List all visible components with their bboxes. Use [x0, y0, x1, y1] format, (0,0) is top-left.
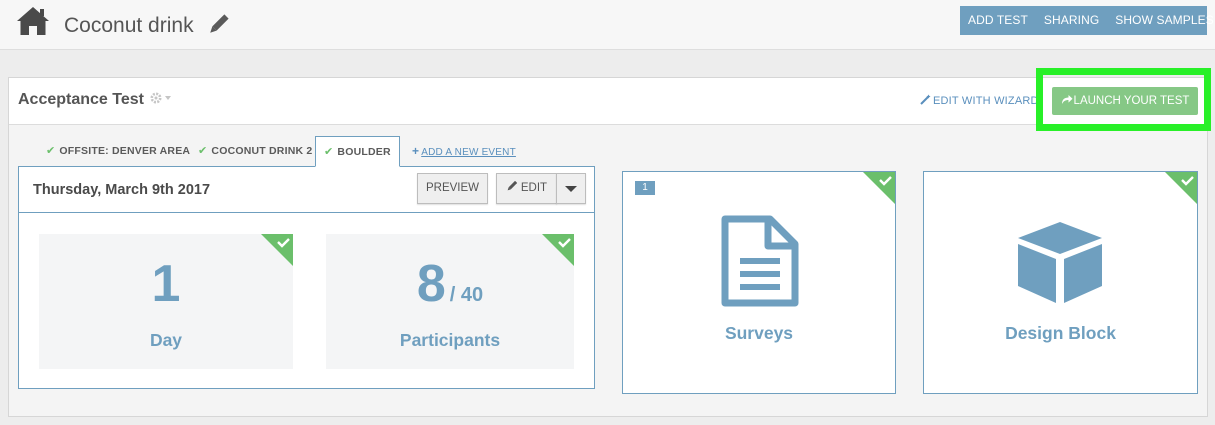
edit-dropdown-toggle[interactable] — [556, 173, 586, 204]
participants-stat: 8/ 40 Participants — [326, 234, 574, 369]
caret-down-icon — [565, 186, 577, 192]
launch-test-label: LAUNCH YOUR TEST — [1073, 95, 1190, 107]
survey-count-badge: 1 — [635, 181, 655, 195]
design-block-label: Design Block — [1005, 323, 1116, 343]
days-value: 1 — [151, 255, 181, 313]
add-test-button[interactable]: ADD TEST — [960, 6, 1036, 35]
gear-icon[interactable] — [150, 91, 174, 105]
check-icon: ✔ — [198, 145, 208, 157]
event-card: Thursday, March 9th 2017 PREVIEW EDIT 1 … — [18, 166, 595, 389]
tab-boulder[interactable]: ✔ BOULDER — [315, 136, 400, 167]
edit-button[interactable]: EDIT — [496, 173, 557, 204]
launch-test-button[interactable]: LAUNCH YOUR TEST — [1052, 87, 1198, 115]
page-title: Coconut drink — [64, 14, 194, 37]
participants-label: Participants — [399, 330, 501, 350]
header-actions: ADD TEST SHARING SHOW SAMPLES — [960, 6, 1214, 35]
document-icon — [721, 215, 799, 307]
cube-icon — [1018, 222, 1102, 303]
share-arrow-icon — [1061, 95, 1073, 104]
participants-value-group: 8/ 40 — [326, 254, 574, 314]
wand-icon — [920, 94, 931, 105]
tab-label: COCONUT DRINK 2 — [211, 145, 313, 157]
show-samples-button[interactable]: SHOW SAMPLES — [1107, 6, 1215, 35]
event-header-divider — [19, 212, 594, 213]
top-bar: Coconut drink ADD TEST SHARING SHOW SAMP… — [0, 0, 1215, 50]
days-stat: 1 Day — [39, 234, 293, 369]
tab-coconut-drink-2[interactable]: ✔ COCONUT DRINK 2 — [198, 136, 312, 166]
test-panel-header: Acceptance Test EDIT WITH WIZARD — [9, 78, 1207, 125]
plus-icon: + — [412, 144, 420, 158]
surveys-label: Surveys — [724, 323, 794, 343]
tab-offsite-denver[interactable]: ✔ OFFSITE: DENVER AREA — [46, 136, 190, 166]
check-corner-icon — [863, 172, 895, 204]
home-icon[interactable] — [16, 6, 50, 36]
days-label: Day — [149, 330, 183, 350]
pencil-icon — [507, 180, 518, 191]
tab-label: BOULDER — [337, 146, 391, 158]
check-icon: ✔ — [46, 145, 56, 157]
check-corner-icon — [1165, 172, 1197, 204]
participants-value: 8 — [416, 255, 446, 313]
tab-label: OFFSITE: DENVER AREA — [59, 145, 191, 157]
edit-label: EDIT — [520, 182, 548, 194]
test-title: Acceptance Test — [18, 91, 144, 108]
participants-total: / 40 — [449, 284, 484, 306]
surveys-card[interactable]: 1 Surveys — [622, 171, 896, 394]
sharing-button[interactable]: SHARING — [1036, 6, 1107, 35]
add-event-label: ADD A NEW EVENT — [421, 147, 516, 158]
design-block-card[interactable]: Design Block — [923, 171, 1198, 394]
edit-with-wizard-label: EDIT WITH WIZARD — [933, 95, 1039, 107]
add-event-link[interactable]: + ADD A NEW EVENT — [412, 136, 516, 166]
edit-with-wizard-link[interactable]: EDIT WITH WIZARD — [920, 94, 1039, 107]
preview-button[interactable]: PREVIEW — [417, 173, 488, 204]
pencil-icon[interactable] — [207, 14, 229, 36]
event-date: Thursday, March 9th 2017 — [33, 182, 211, 198]
check-icon: ✔ — [324, 146, 334, 158]
